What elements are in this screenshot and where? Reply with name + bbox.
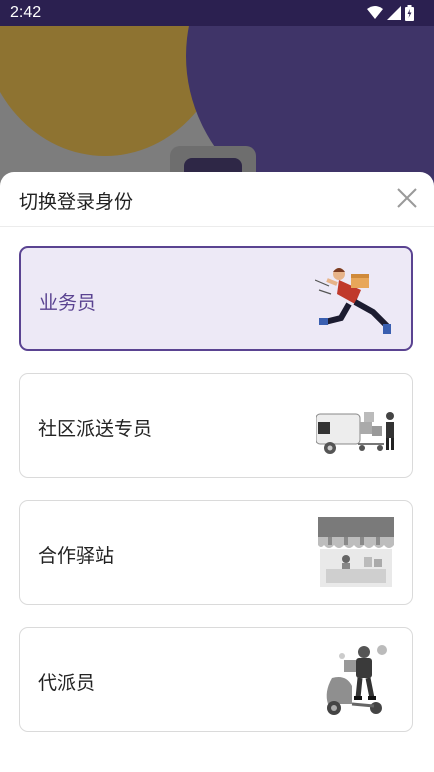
battery-icon: [405, 5, 414, 21]
role-label: 代派员: [38, 672, 96, 694]
sheet-header: 切换登录身份: [0, 172, 434, 227]
status-time: 2:42: [10, 4, 42, 21]
role-card-partner-station[interactable]: 合作驿站: [19, 500, 413, 605]
role-card-agent-deliverer[interactable]: 代派员: [19, 627, 413, 732]
wifi-icon: [367, 6, 383, 19]
cell-signal-icon: [387, 6, 401, 20]
role-switch-sheet: 切换登录身份 业务员 社区派送专员 合作驿站 代派员: [0, 172, 434, 772]
role-label: 合作驿站: [38, 545, 115, 567]
screen: 2:42 切换登录身份 业务员 社区派送专员 合作驿站 代派员: [0, 0, 434, 772]
courier-running-illustration: [315, 268, 391, 334]
status-icons: [367, 5, 414, 21]
role-card-salesperson[interactable]: 业务员: [19, 246, 413, 351]
storefront-illustration: [318, 517, 394, 587]
sheet-title: 切换登录身份: [19, 191, 134, 213]
role-card-community-delivery[interactable]: 社区派送专员: [19, 373, 413, 478]
scooter-courier-illustration: [326, 645, 387, 715]
role-label: 业务员: [39, 292, 97, 314]
close-icon: [397, 188, 417, 208]
delivery-van-illustration: [316, 412, 394, 454]
background-scrim: [0, 26, 434, 196]
role-label: 社区派送专员: [38, 418, 153, 440]
status-bar: 2:42: [0, 0, 434, 26]
close-button[interactable]: [394, 185, 420, 211]
